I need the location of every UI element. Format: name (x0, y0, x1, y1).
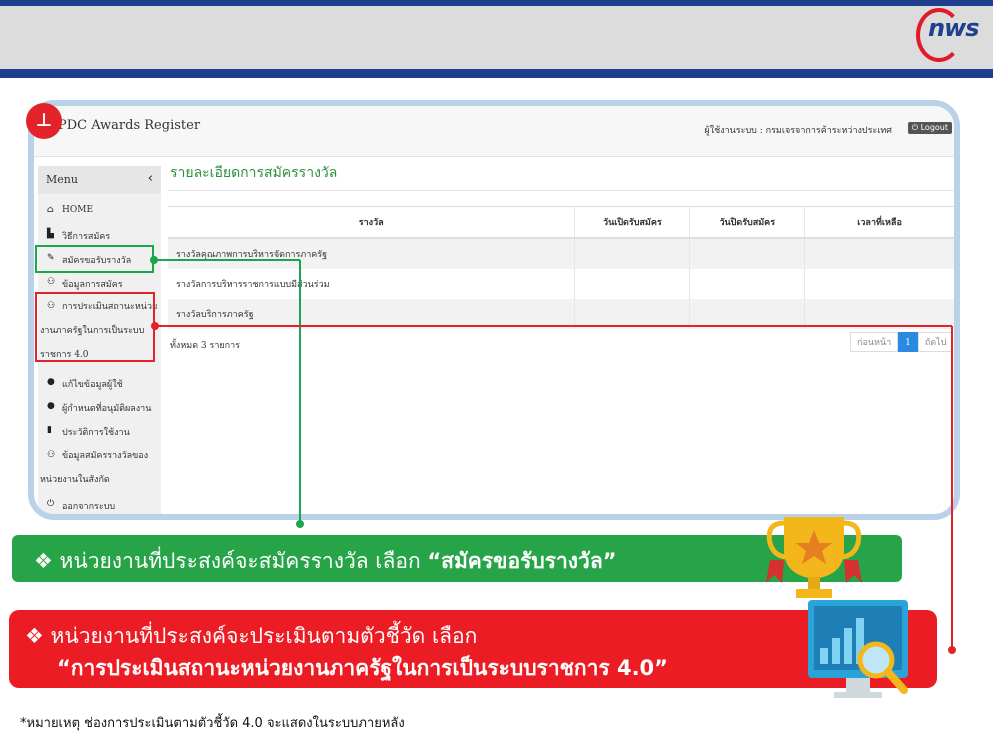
callout-apply-quote: “สมัครขอรับรางวัล” (427, 549, 617, 573)
bullet-icon: ❖ (25, 624, 44, 648)
callout-assessment: ❖ หน่วยงานที่ประสงค์จะประเมินตามตัวชี้วั… (9, 610, 937, 688)
callout-apply-text: ❖ หน่วยงานที่ประสงค์จะสมัครรางวัล เลือก … (34, 545, 617, 578)
green-connector (150, 256, 304, 528)
footnote: *หมายเหตุ ช่องการประเมินตามตัวชี้วัด 4.0… (20, 716, 405, 731)
trophy-icon (766, 517, 862, 598)
callout-assessment-body: หน่วยงานที่ประสงค์จะประเมินตามตัวชี้วัด … (50, 624, 478, 648)
callout-assessment-text: ❖ หน่วยงานที่ประสงค์จะประเมินตามตัวชี้วั… (25, 620, 477, 653)
callout-assessment-quote: “การประเมินสถานะหน่วยงานภาครัฐในการเป็นร… (57, 656, 668, 680)
analytics-monitor-icon (808, 600, 908, 698)
callout-apply-body: หน่วยงานที่ประสงค์จะสมัครรางวัล เลือก (59, 549, 428, 573)
bullet-icon: ❖ (34, 549, 53, 573)
